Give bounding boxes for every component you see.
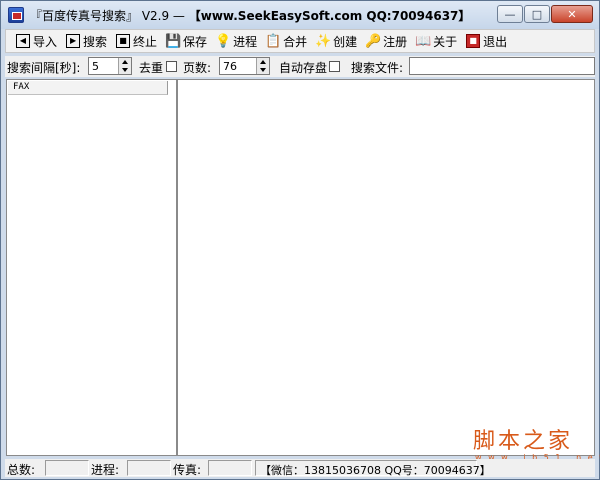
autosave-checkbox[interactable] bbox=[329, 61, 340, 72]
total-label: 总数: bbox=[7, 463, 36, 477]
merge-icon: 📋 bbox=[264, 33, 282, 49]
toolbar: ◀ 导入 ▶ 搜索 ■ 终止 💾 保存 💡 进程 📋 合并 ✨ 创建 🔑 注册 … bbox=[5, 29, 595, 53]
pages-spinner[interactable]: 76 bbox=[219, 57, 270, 75]
close-button[interactable]: ✕ bbox=[551, 5, 593, 23]
dedup-label: 去重 bbox=[139, 61, 164, 75]
maximize-button[interactable]: □ bbox=[524, 5, 550, 23]
exit-icon: ■ bbox=[466, 34, 481, 48]
interval-label: 搜索间隔[秒]: bbox=[7, 61, 81, 75]
fax-list[interactable]: FAX bbox=[6, 79, 177, 456]
about-label: 关于 bbox=[433, 34, 458, 49]
about-button[interactable]: 📖 关于 bbox=[412, 31, 462, 51]
register-button[interactable]: 🔑 注册 bbox=[362, 31, 412, 51]
stop-icon: ■ bbox=[116, 34, 131, 48]
dedup-checkbox[interactable] bbox=[166, 61, 177, 72]
create-button[interactable]: ✨ 创建 bbox=[312, 31, 362, 51]
register-label: 注册 bbox=[383, 34, 408, 49]
pages-label: 页数: bbox=[183, 61, 212, 75]
autosave-label: 自动存盘 bbox=[279, 61, 328, 75]
app-icon[interactable] bbox=[8, 7, 24, 23]
magic-wand-icon: ✨ bbox=[315, 33, 332, 49]
import-button[interactable]: ◀ 导入 bbox=[12, 31, 62, 51]
pages-value: 76 bbox=[223, 60, 237, 73]
progress-field bbox=[127, 460, 171, 476]
contact-info: 【微信：13815036708 QQ号：70094637】 bbox=[255, 460, 491, 477]
merge-button[interactable]: 📋 合并 bbox=[262, 31, 312, 51]
save-button[interactable]: 💾 保存 bbox=[162, 31, 212, 51]
window-controls: — □ ✕ bbox=[497, 5, 593, 23]
spinner-arrows-icon[interactable] bbox=[256, 58, 269, 74]
merge-label: 合并 bbox=[283, 34, 308, 49]
progress-button[interactable]: 💡 进程 bbox=[212, 31, 262, 51]
title-url: 【www.SeekEasySoft.com QQ:70094637】 bbox=[188, 9, 471, 23]
total-field bbox=[45, 460, 89, 476]
status-bar: 总数: 进程: 传真: 【微信：13815036708 QQ号：70094637… bbox=[5, 459, 595, 477]
app-window: 『百度传真号搜索』 V2.9 — 【www.SeekEasySoft.com Q… bbox=[0, 0, 600, 480]
spinner-arrows-icon[interactable] bbox=[118, 58, 131, 74]
search-button[interactable]: ▶ 搜索 bbox=[62, 31, 112, 51]
floppy-disk-icon: 💾 bbox=[164, 33, 182, 49]
interval-spinner[interactable]: 5 bbox=[88, 57, 132, 75]
search-label: 搜索 bbox=[83, 34, 108, 49]
title-prefix: 『百度传真号搜索』 V2.9 — bbox=[30, 9, 189, 23]
minimize-button[interactable]: — bbox=[497, 5, 523, 23]
window-title: 『百度传真号搜索』 V2.9 — 【www.SeekEasySoft.com Q… bbox=[30, 7, 470, 24]
progress-label: 进程 bbox=[233, 34, 258, 49]
create-label: 创建 bbox=[333, 34, 358, 49]
stop-label: 终止 bbox=[133, 34, 158, 49]
search-file-label: 搜索文件: bbox=[351, 61, 404, 75]
minimize-icon: — bbox=[504, 7, 516, 21]
import-icon: ◀ bbox=[16, 34, 30, 48]
stop-button[interactable]: ■ 终止 bbox=[112, 31, 162, 51]
close-icon: ✕ bbox=[567, 7, 577, 21]
fax-field bbox=[208, 460, 252, 476]
exit-label: 退出 bbox=[483, 34, 508, 49]
title-bar[interactable]: 『百度传真号搜索』 V2.9 — 【www.SeekEasySoft.com Q… bbox=[1, 1, 599, 29]
import-label: 导入 bbox=[33, 34, 58, 49]
key-icon: 🔑 bbox=[365, 33, 382, 49]
options-bar: 搜索间隔[秒]: 5 去重 页数: 76 自动存盘 搜索文件: bbox=[5, 56, 595, 77]
book-icon: 📖 bbox=[415, 33, 432, 49]
interval-value: 5 bbox=[92, 60, 99, 73]
fax-status-label: 传真: bbox=[173, 463, 202, 477]
play-icon: ▶ bbox=[66, 34, 81, 48]
fax-column-header[interactable]: FAX bbox=[8, 81, 168, 95]
search-file-input[interactable] bbox=[409, 57, 595, 75]
maximize-icon: □ bbox=[531, 7, 543, 21]
result-area[interactable] bbox=[177, 79, 595, 456]
lightbulb-icon: 💡 bbox=[214, 33, 232, 49]
save-label: 保存 bbox=[183, 34, 208, 49]
progress-status-label: 进程: bbox=[91, 463, 120, 477]
exit-button[interactable]: ■ 退出 bbox=[462, 31, 512, 51]
watermark-text: 脚本之家 bbox=[473, 429, 574, 454]
